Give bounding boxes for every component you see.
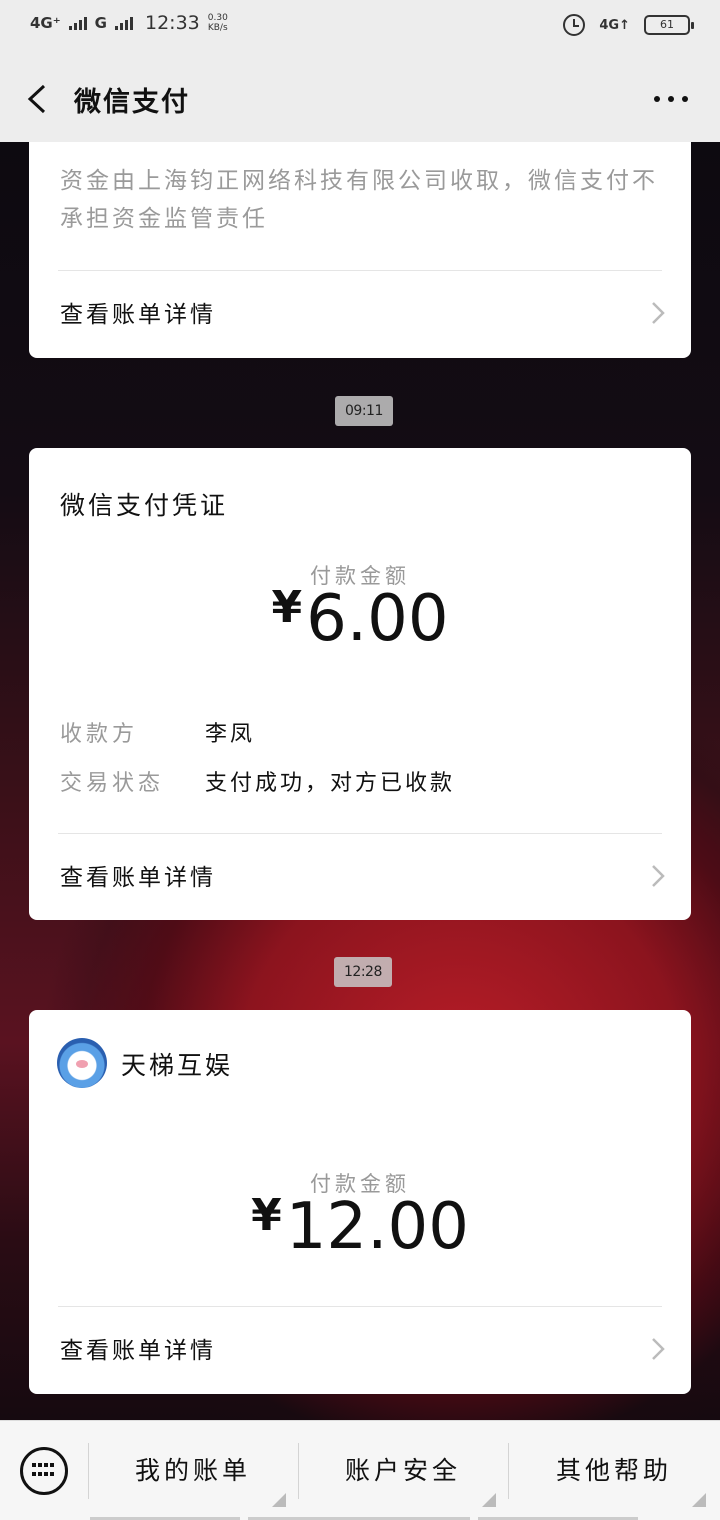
view-bill-details-link[interactable]: 查看账单详情 — [58, 834, 691, 920]
battery-icon: 61 — [644, 15, 694, 35]
signal-icon — [68, 16, 87, 30]
alarm-icon — [563, 14, 586, 36]
keyboard-icon[interactable] — [20, 1447, 68, 1495]
submenu-indicator-icon — [692, 1493, 706, 1507]
amount-number: 6.00 — [306, 582, 449, 656]
payee-label: 收款方 — [60, 722, 139, 747]
page-title: 微信支付 — [74, 87, 190, 118]
network-type-2: G — [94, 14, 107, 32]
currency-symbol: ¥ — [251, 1190, 282, 1241]
fund-note: 资金由上海钧正网络科技有限公司收取，微信支付不承担资金监管责任 — [60, 168, 658, 232]
battery-level: 61 — [660, 18, 674, 31]
merchant-avatar — [57, 1038, 107, 1088]
network-speed: 0.30 KB/s — [208, 13, 228, 33]
payee-value: 李凤 — [205, 722, 256, 747]
view-bill-details-label: 查看账单详情 — [60, 302, 216, 328]
message-timestamp: 09:11 — [335, 396, 393, 426]
nav-bar: 微信支付 — [0, 56, 720, 142]
view-bill-details-link[interactable]: 查看账单详情 — [58, 271, 691, 357]
status-right: 4G↑ 61 — [563, 14, 694, 36]
signal-icon-2 — [114, 16, 133, 30]
status-value: 支付成功，对方已收款 — [205, 771, 456, 796]
view-bill-details-label: 查看账单详情 — [60, 865, 216, 891]
clock: 12:33 — [144, 12, 200, 34]
back-arrow-icon[interactable] — [24, 82, 58, 116]
amount-number: 12.00 — [285, 1190, 469, 1264]
menu-my-bills[interactable]: 我的账单 — [88, 1441, 298, 1501]
menu-account-security[interactable]: 账户安全 — [298, 1441, 508, 1501]
submenu-indicator-icon — [482, 1493, 496, 1507]
menu-other-help[interactable]: 其他帮助 — [508, 1441, 720, 1501]
network-type-3: 4G↑ — [599, 17, 630, 33]
speed-unit: KB/s — [207, 23, 228, 33]
message-timestamp: 12:28 — [334, 957, 392, 987]
card-title: 微信支付凭证 — [60, 491, 229, 520]
speed-value: 0.30 — [207, 13, 228, 23]
more-options-icon[interactable] — [654, 96, 688, 102]
amount-value: ¥6.00 — [29, 582, 691, 656]
chevron-right-icon — [652, 302, 665, 324]
payment-card-1: 资金由上海钧正网络科技有限公司收取，微信支付不承担资金监管责任 查看账单详情 — [29, 142, 691, 358]
submenu-indicator-icon — [272, 1493, 286, 1507]
payment-card-3[interactable]: 天梯互娱 付款金额 ¥12.00 查看账单详情 — [29, 1010, 691, 1394]
chevron-right-icon — [652, 865, 665, 887]
merchant-name: 天梯互娱 — [121, 1051, 234, 1080]
payment-card-2[interactable]: 微信支付凭证 付款金额 ¥6.00 收款方 李凤 交易状态 支付成功，对方已收款… — [29, 448, 691, 920]
status-left: 4G⁺ G 12:33 0.30 KB/s — [30, 12, 228, 34]
status-bar: 4G⁺ G 12:33 0.30 KB/s 4G↑ 61 — [0, 0, 720, 56]
view-bill-details-label: 查看账单详情 — [60, 1338, 216, 1364]
chevron-right-icon — [652, 1338, 665, 1360]
network-type-1: 4G⁺ — [30, 14, 61, 32]
view-bill-details-link[interactable]: 查看账单详情 — [58, 1307, 691, 1393]
bottom-menu-bar: 我的账单 账户安全 其他帮助 — [0, 1420, 720, 1520]
amount-value: ¥12.00 — [29, 1190, 691, 1264]
currency-symbol: ¥ — [271, 582, 303, 633]
status-label: 交易状态 — [60, 771, 165, 796]
